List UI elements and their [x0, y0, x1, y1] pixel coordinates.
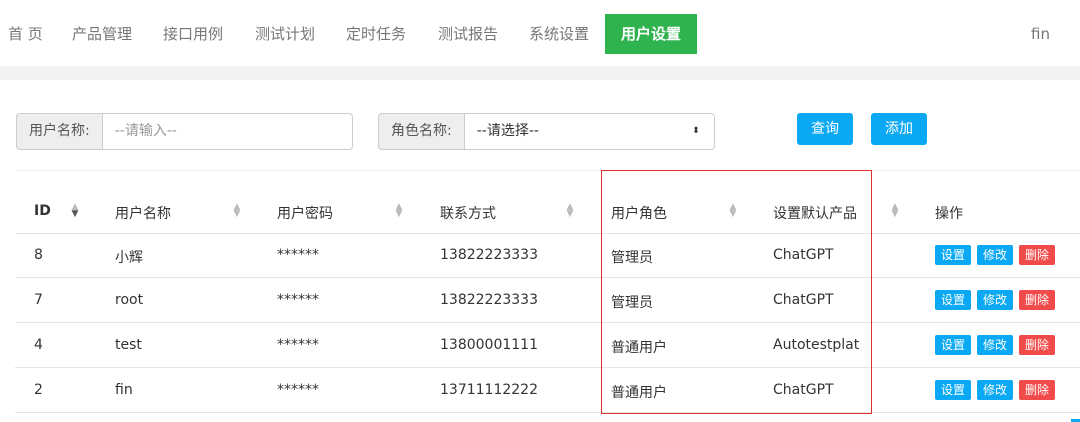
username-filter: 用户名称: --请输入--: [16, 113, 353, 150]
role-select-value: --请选择--: [476, 123, 539, 139]
cell-default-product: ChatGPT: [773, 247, 834, 263]
cell-password: ******: [277, 292, 319, 308]
nav-item-test-report[interactable]: 测试报告: [438, 14, 498, 54]
delete-button[interactable]: 删除: [1019, 290, 1055, 310]
sort-icon[interactable]: ▲ ▼: [70, 203, 80, 219]
delete-button[interactable]: 删除: [1019, 380, 1055, 400]
edit-button[interactable]: 修改: [977, 245, 1013, 265]
edit-button[interactable]: 修改: [977, 380, 1013, 400]
header-divider: [15, 233, 1080, 234]
query-button[interactable]: 查询: [797, 113, 853, 145]
nav-item-api-cases[interactable]: 接口用例: [163, 14, 223, 54]
nav-item-user-settings[interactable]: 用户设置: [605, 14, 698, 54]
sort-icon[interactable]: ▲ ▼: [890, 203, 900, 219]
role-filter: 角色名称: --请选择-- ⬍: [378, 113, 715, 150]
cell-username: root: [115, 292, 144, 308]
col-header-default-product[interactable]: 设置默认产品: [773, 203, 857, 223]
col-header-contact[interactable]: 联系方式: [440, 203, 496, 223]
edit-button[interactable]: 修改: [977, 335, 1013, 355]
select-caret-icon: ⬍: [692, 126, 700, 136]
sort-icon[interactable]: ▲ ▼: [565, 203, 575, 219]
role-select[interactable]: --请选择-- ⬍: [463, 113, 715, 150]
cell-role: 管理员: [611, 295, 653, 311]
edit-button[interactable]: 修改: [977, 290, 1013, 310]
sort-icon[interactable]: ▲ ▼: [394, 203, 404, 219]
row-divider: [15, 322, 1080, 323]
cell-contact: 13822223333: [440, 247, 538, 263]
cell-id: 8: [34, 247, 43, 263]
nav-item-test-plan[interactable]: 测试计划: [255, 14, 315, 54]
current-user[interactable]: fin: [1031, 14, 1050, 54]
cell-password: ******: [277, 382, 319, 398]
cell-username: fin: [115, 382, 133, 398]
cell-role: 普通用户: [611, 385, 667, 401]
sort-icon[interactable]: ▲ ▼: [728, 203, 738, 219]
cell-username: 小辉: [115, 250, 143, 266]
col-header-role[interactable]: 用户角色: [611, 203, 667, 223]
cell-id: 2: [34, 382, 43, 398]
cell-default-product: ChatGPT: [773, 292, 834, 308]
delete-button[interactable]: 删除: [1019, 335, 1055, 355]
col-header-password[interactable]: 用户密码: [277, 203, 333, 223]
cell-default-product: Autotestplat: [773, 337, 860, 353]
cell-password: ******: [277, 247, 319, 263]
username-label: 用户名称:: [16, 113, 102, 150]
row-divider: [15, 367, 1080, 368]
cell-id: 4: [34, 337, 43, 353]
set-button[interactable]: 设置: [935, 380, 971, 400]
cell-role: 普通用户: [611, 340, 667, 356]
cell-role: 管理员: [611, 250, 653, 266]
nav-item-home[interactable]: 首 页: [8, 14, 43, 54]
top-nav: 首 页 产品管理 接口用例 测试计划 定时任务 测试报告 系统设置 用户设置 f…: [0, 0, 1080, 66]
username-input[interactable]: --请输入--: [101, 113, 353, 150]
cell-id: 7: [34, 292, 43, 308]
col-header-actions: 操作: [935, 206, 963, 222]
nav-item-product-management[interactable]: 产品管理: [72, 14, 132, 54]
role-label: 角色名称:: [378, 113, 464, 150]
delete-button[interactable]: 删除: [1019, 245, 1055, 265]
cell-default-product: ChatGPT: [773, 382, 834, 398]
set-button[interactable]: 设置: [935, 335, 971, 355]
cell-contact: 13822223333: [440, 292, 538, 308]
cell-contact: 13800001111: [440, 337, 538, 353]
col-header-id[interactable]: ID: [34, 203, 51, 219]
cell-password: ******: [277, 337, 319, 353]
sort-icon[interactable]: ▲ ▼: [232, 203, 242, 219]
nav-item-scheduled-tasks[interactable]: 定时任务: [346, 14, 406, 54]
set-button[interactable]: 设置: [935, 290, 971, 310]
add-button[interactable]: 添加: [871, 113, 927, 145]
nav-item-system-settings[interactable]: 系统设置: [529, 14, 589, 54]
section-divider: [15, 170, 1080, 171]
row-divider: [15, 412, 1080, 413]
nav-divider: [0, 66, 1080, 80]
row-divider: [15, 277, 1080, 278]
set-button[interactable]: 设置: [935, 245, 971, 265]
col-header-username[interactable]: 用户名称: [115, 203, 171, 223]
cell-contact: 13711112222: [440, 382, 538, 398]
cell-username: test: [115, 337, 142, 353]
